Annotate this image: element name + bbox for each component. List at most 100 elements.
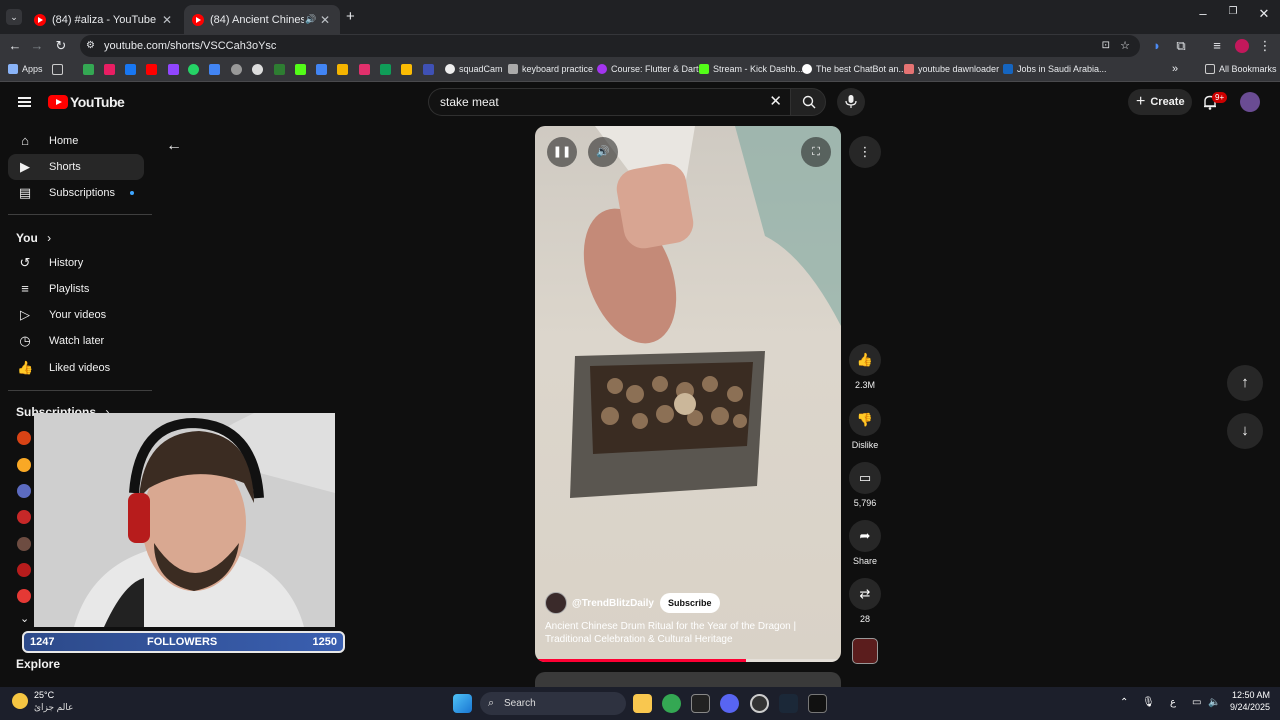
next-short-button[interactable]: ↓ [1227, 413, 1263, 449]
input-language[interactable]: ع [1170, 697, 1176, 708]
close-window-icon[interactable]: ✕ [1249, 6, 1279, 26]
terminal-icon[interactable] [808, 694, 827, 713]
channel-name[interactable]: @TrendBlitzDaily [572, 598, 654, 609]
file-explorer-icon[interactable] [633, 694, 652, 713]
next-short-preview[interactable] [535, 672, 841, 687]
bookmark-favicon-icon[interactable] [104, 64, 115, 75]
download-app-icon[interactable] [691, 694, 710, 713]
sidebar-item-watch-later[interactable]: ◷ Watch later [8, 328, 144, 354]
bookmark-chatbot[interactable]: The best ChatBot an... [802, 64, 906, 74]
voice-search-button[interactable] [837, 88, 865, 116]
fullscreen-button[interactable]: ⛶ [801, 137, 831, 167]
address-bar[interactable]: ⚙ youtube.com/shorts/VSCCah3oYsc ⊡ ☆ [80, 35, 1140, 57]
clear-search-icon[interactable]: ✕ [769, 89, 782, 115]
bookmark-favicon-icon[interactable] [337, 64, 348, 75]
sound-source-thumbnail[interactable] [852, 638, 878, 664]
whatsapp-icon[interactable] [188, 64, 199, 75]
browser-tab-1[interactable]: (84) #aliza - YouTube ✕ [26, 5, 182, 34]
profile-avatar[interactable] [1235, 39, 1249, 53]
more-bookmarks-icon[interactable]: » [1172, 63, 1178, 75]
clock[interactable]: 12:50 AM 9/24/2025 [1226, 689, 1270, 713]
bookmark-favicon-icon[interactable] [83, 64, 94, 75]
search-input[interactable]: stake meat ✕ [428, 88, 790, 116]
youtube-logo[interactable]: YouTube [48, 94, 125, 110]
volume-button[interactable]: 🔊 [588, 137, 618, 167]
show-more-chevron-icon[interactable]: ⌄ [20, 612, 29, 625]
steam-icon[interactable] [779, 694, 798, 713]
pause-button[interactable]: ❚❚ [547, 137, 577, 167]
subscription-channel-avatar[interactable] [17, 589, 31, 603]
thumbs-up-icon[interactable]: 👍 [849, 344, 881, 376]
back-arrow-icon[interactable]: ← [166, 137, 182, 155]
subscription-channel-avatar[interactable] [17, 458, 31, 472]
comment-icon[interactable]: ▭ [849, 462, 881, 494]
bookmark-youtube-downloader[interactable]: youtube dawnloader [904, 64, 999, 74]
video-title[interactable]: Ancient Chinese Drum Ritual for the Year… [545, 620, 831, 646]
more-options-button[interactable]: ⋮ [849, 136, 881, 168]
bookmark-kick-dashboard[interactable]: Stream - Kick Dashb... [699, 64, 803, 74]
close-tab-icon[interactable]: ✕ [318, 13, 332, 27]
bookmark-favicon-icon[interactable] [423, 64, 434, 75]
subscription-channel-avatar[interactable] [17, 563, 31, 577]
discord-icon[interactable] [720, 694, 739, 713]
share-icon[interactable]: ➦ [849, 520, 881, 552]
bookmark-favicon-icon[interactable] [231, 64, 242, 75]
sidebar-item-liked-videos[interactable]: 👍 Liked videos [8, 355, 144, 381]
sidebar-item-subscriptions[interactable]: ▤ Subscriptions [8, 180, 144, 206]
youtube-bookmark-icon[interactable] [146, 64, 157, 75]
channel-avatar[interactable] [545, 592, 567, 614]
subscribe-button[interactable]: Subscribe [660, 593, 720, 613]
bookmark-apps[interactable]: Apps [8, 64, 43, 74]
bookmark-favicon-icon[interactable] [380, 64, 391, 75]
share-action[interactable]: ➦ Share [848, 520, 882, 566]
instagram-icon[interactable] [359, 64, 370, 75]
windows-start-icon[interactable] [453, 694, 472, 713]
forward-icon[interactable]: → [28, 37, 46, 55]
hamburger-menu-icon[interactable] [18, 97, 31, 107]
site-info-icon[interactable]: ⚙ [86, 35, 95, 57]
media-control-icon[interactable]: ≡ [1208, 37, 1226, 55]
install-app-icon[interactable]: ⊡ [1102, 35, 1110, 57]
audio-icon[interactable]: 🔊 [304, 14, 318, 25]
bookmark-favicon-icon[interactable] [274, 64, 285, 75]
bookmark-all-bookmarks[interactable]: All Bookmarks [1205, 64, 1277, 74]
sidebar-you-heading[interactable]: You › [16, 231, 51, 245]
back-icon[interactable]: ← [6, 37, 24, 55]
subscription-channel-avatar[interactable] [17, 510, 31, 524]
tab-search-icon[interactable]: ⌄ [6, 9, 22, 25]
shorts-player[interactable]: ❚❚ 🔊 ⛶ @TrendBlitzDaily Subscribe Ancien… [535, 126, 841, 662]
bookmark-keyboard-practice[interactable]: keyboard practice [508, 64, 593, 74]
create-button[interactable]: + Create [1128, 89, 1192, 115]
taskbar-search[interactable]: ⌕ Search [480, 692, 626, 715]
reload-icon[interactable]: ↻ [52, 37, 70, 55]
sidebar-item-your-videos[interactable]: ▷ Your videos [8, 302, 144, 328]
github-icon[interactable] [252, 64, 263, 75]
sidebar-item-history[interactable]: ↺ History [8, 250, 144, 276]
sidebar-item-playlists[interactable]: ≡ Playlists [8, 276, 144, 302]
bookmark-favicon-icon[interactable] [401, 64, 412, 75]
bookmark-flutter-course[interactable]: Course: Flutter & Dart [597, 64, 699, 74]
account-avatar[interactable] [1240, 92, 1260, 112]
chrome-icon[interactable] [662, 694, 681, 713]
microphone-tray-icon[interactable]: 🎙 [1142, 697, 1155, 708]
subscription-channel-avatar[interactable] [17, 484, 31, 498]
dislike-action[interactable]: 👎 Dislike [848, 404, 882, 450]
sidebar-item-shorts[interactable]: ▶ Shorts [8, 154, 144, 180]
extension-audio-icon[interactable]: ◗ [1148, 37, 1166, 55]
search-button[interactable] [790, 88, 826, 116]
twitch-icon[interactable] [168, 64, 179, 75]
bookmark-jobs-saudi[interactable]: Jobs in Saudi Arabia... [1003, 64, 1107, 74]
sidebar-item-home[interactable]: ⌂ Home [8, 128, 144, 154]
bookmark-favicon-icon[interactable] [52, 64, 63, 75]
thumbs-down-icon[interactable]: 👎 [849, 404, 881, 436]
subscription-channel-avatar[interactable] [17, 431, 31, 445]
speaker-icon[interactable]: 🔈 [1208, 697, 1220, 708]
browser-tab-2[interactable]: (84) Ancient Chinese Drum 🔊 ✕ [184, 5, 340, 34]
remix-icon[interactable]: ⇄ [849, 578, 881, 610]
translate-icon[interactable] [316, 64, 327, 75]
previous-short-button[interactable]: ↑ [1227, 365, 1263, 401]
bookmark-star-icon[interactable]: ☆ [1120, 35, 1130, 57]
minimize-icon[interactable]: – [1188, 6, 1218, 26]
obs-icon[interactable] [750, 694, 769, 713]
network-icon[interactable]: ▭ [1192, 697, 1201, 708]
